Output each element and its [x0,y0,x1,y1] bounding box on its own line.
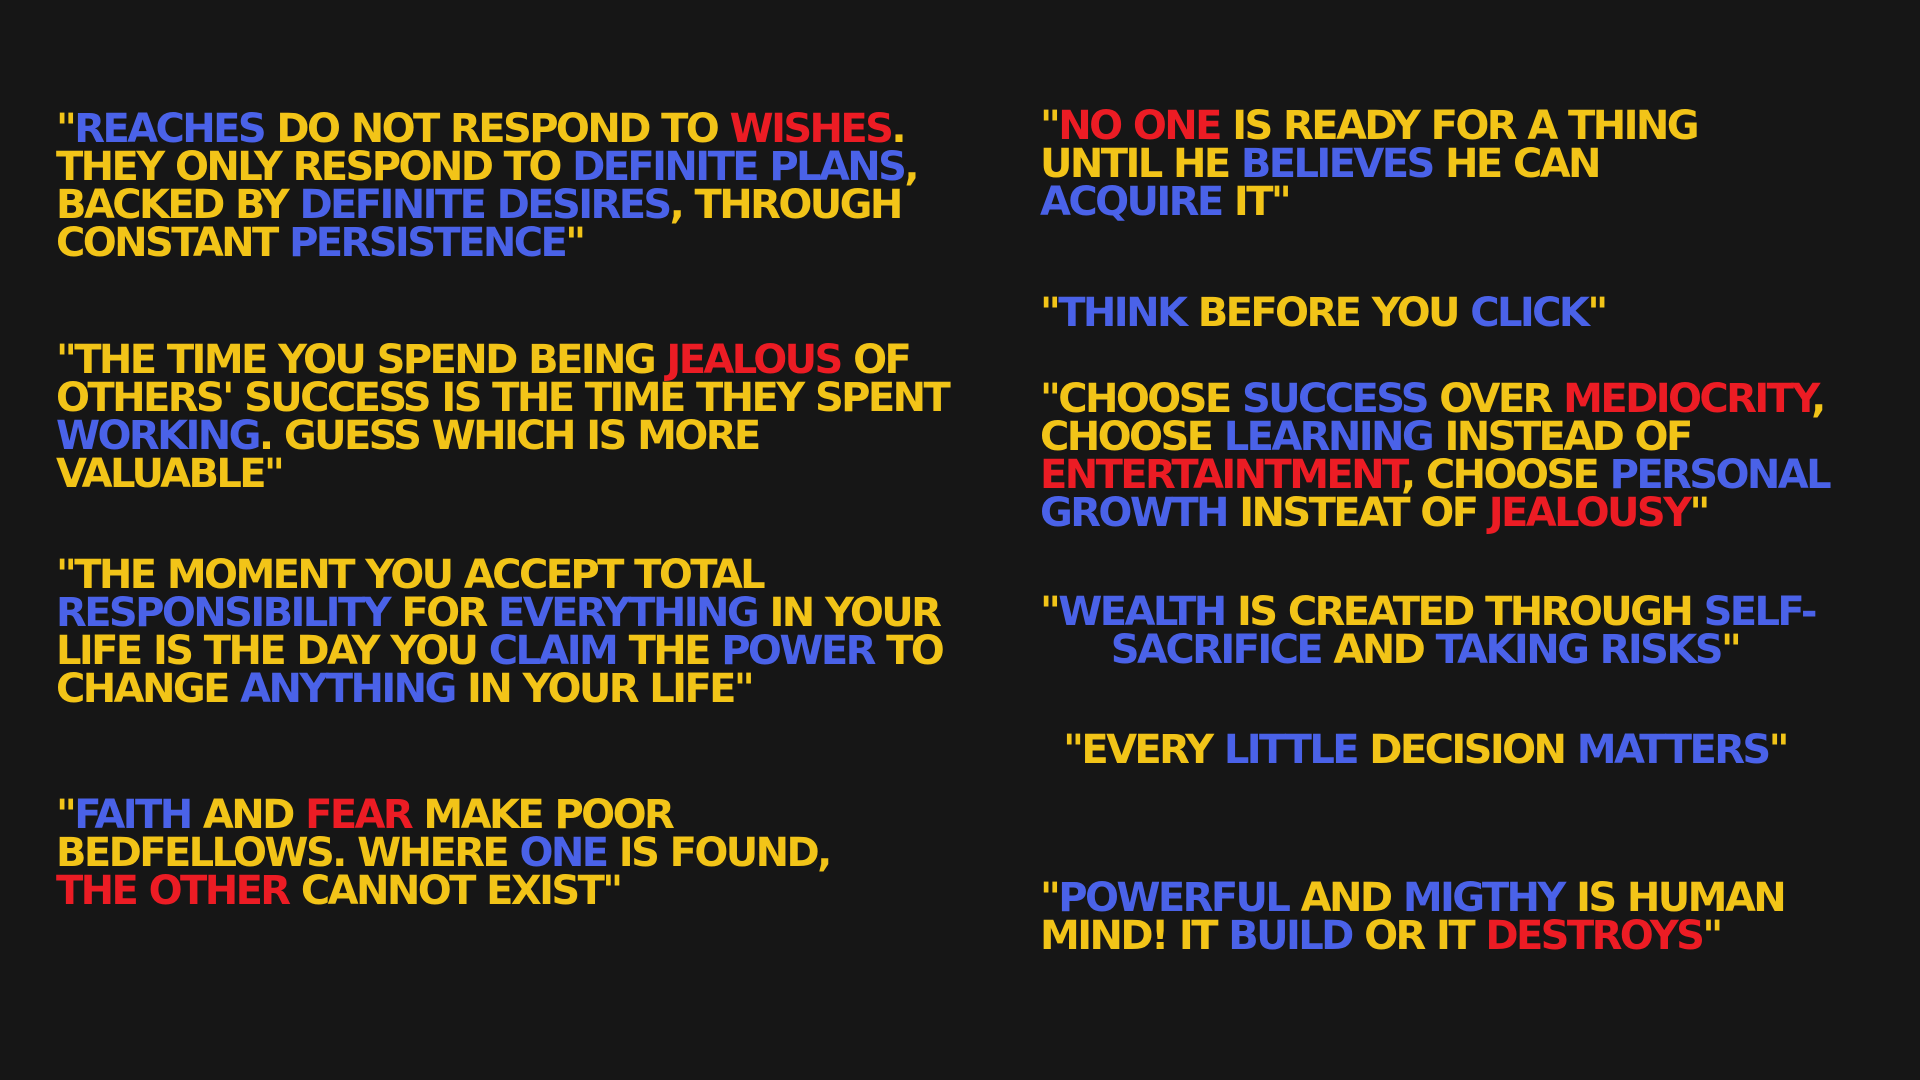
quote-line: "POWERFUL AND MIGTHY IS HUMAN [1040,878,1787,918]
quote-segment: DECISION [1356,727,1577,773]
quote-segment: SACRIFICE [1110,627,1324,673]
quote-powerful-mind: "POWERFUL AND MIGTHY IS HUMAN MIND! IT BU… [1040,878,1787,956]
quote-segment: MIND! IT [1040,913,1229,959]
quote-segment: CANNOT EXIST" [288,868,623,914]
quote-segment: " [1040,290,1061,336]
quote-segment: , [904,144,919,190]
quote-segment: PERSISTENCE [289,220,568,266]
quote-segment: INSTEAT OF [1226,490,1489,536]
quote-line: UNTIL HE BELIEVES HE CAN [1040,144,1697,184]
quote-segment: THE OTHER [56,868,291,914]
quote-jealous-time: "THE TIME YOU SPEND BEING JEALOUS OF OTHE… [56,340,951,494]
quote-line: VALUABLE" [56,454,948,494]
quote-line: "CHOOSE SUCCESS OVER MEDIOCRITY, [1040,379,1829,419]
quote-line: GROWTH INSTEAT OF JEALOUSY" [1040,493,1829,533]
quote-line: "THE TIME YOU SPEND BEING JEALOUS OF [56,340,948,380]
quote-segment: ACQUIRE [1040,179,1224,225]
quote-segment: " [565,220,586,266]
quote-line: "THE MOMENT YOU ACCEPT TOTAL [56,555,942,595]
quote-line: "REACHES DO NOT RESPOND TO WISHES. [56,109,917,149]
quote-segment: TAKING RISKS [1435,627,1724,673]
quote-no-one-ready: "NO ONE IS READY FOR A THING UNTIL HE BEL… [1040,106,1700,222]
quote-segment: IT" [1221,179,1292,225]
quote-segment: BUILD [1228,913,1354,959]
quote-reaches: "REACHES DO NOT RESPOND TO WISHES. THEY O… [56,109,920,263]
quote-think-before-click: "THINK BEFORE YOU CLICK" [1040,293,1608,333]
quote-line: WORKING. GUESS WHICH IS MORE [56,416,948,456]
quote-line: RESPONSIBILITY FOR EVERYTHING IN YOUR [56,593,942,633]
quote-segment: , [1811,376,1826,422]
quote-segment: IS FOUND, [606,830,833,876]
quote-segment: VALUABLE" [56,451,285,497]
quote-line: MIND! IT BUILD OR IT DESTROYS" [1040,916,1784,956]
quote-segment: CONSTANT [56,220,290,266]
quote-line: "WEALTH IS CREATED THROUGH SELF- [1040,592,1818,632]
quote-segment: " [1587,290,1608,336]
quote-faith-and-fear: "FAITH AND FEAR MAKE POOR BEDFELLOWS. WHE… [56,795,832,911]
quote-wealth: "WEALTH IS CREATED THROUGH SELF- SACRIFIC… [1040,592,1818,670]
quote-segment: " [1702,913,1723,959]
quote-segment: " [1768,727,1790,773]
quote-segment: OR IT [1351,913,1486,959]
quote-segment: IN YOUR LIFE" [454,666,755,712]
quote-line: SACRIFICE AND TAKING RISKS" [1040,630,1810,670]
quote-line: "NO ONE IS READY FOR A THING [1040,106,1700,146]
quote-line: ENTERTAINTMENT, CHOOSE PERSONAL [1040,455,1832,495]
quote-segment: CHANGE [56,666,241,712]
quote-line: OTHERS' SUCCESS IS THE TIME THEY SPENT [56,378,951,418]
quote-segment: TO [873,628,945,674]
quote-segment: " [1040,589,1061,635]
quote-segment: HE CAN [1432,141,1602,187]
quote-line: "FAITH AND FEAR MAKE POOR [56,795,830,835]
quote-segment: CLICK [1470,290,1590,336]
quote-segment: " [1689,490,1710,536]
quote-segment: THINK [1058,290,1188,336]
quote-collage: "REACHES DO NOT RESPOND TO WISHES. THEY O… [0,0,1920,1080]
quote-line: CHANGE ANYTHING IN YOUR LIFE" [56,669,942,709]
quote-every-decision: "EVERY LITTLE DECISION MATTERS" [1040,730,1810,770]
quote-segment: LITTLE [1223,727,1360,773]
quote-line: BEDFELLOWS. WHERE ONE IS FOUND, [56,833,832,873]
quote-segment: GROWTH [1040,490,1230,536]
quote-segment: "EVERY [1063,727,1224,773]
quote-segment: JEALOUSY [1488,490,1692,536]
quote-line: LIFE IS THE DAY YOU CLAIM THE POWER TO [56,631,945,671]
quote-segment: " [1720,627,1742,673]
quote-segment: , THROUGH [669,182,904,228]
quote-line: "THINK BEFORE YOU CLICK" [1040,293,1608,333]
quote-segment: ANYTHING [240,666,457,712]
quote-line: "EVERY LITTLE DECISION MATTERS" [1040,730,1810,770]
quote-segment: . GUESS WHICH IS MORE [258,413,761,459]
quote-segment: MATTERS [1576,727,1771,773]
quote-line: BACKED BY DEFINITE DESIRES, THROUGH [56,185,917,225]
quote-line: CONSTANT PERSISTENCE" [56,223,917,263]
quote-segment: BEFORE YOU [1185,290,1471,336]
quote-segment: AND [1321,627,1436,673]
quote-line: CHOOSE LEARNING INSTEAD OF [1040,417,1829,457]
quote-line: ACQUIRE IT" [1040,182,1697,222]
quote-choose-success: "CHOOSE SUCCESS OVER MEDIOCRITY, CHOOSE L… [1040,379,1832,533]
quote-line: THE OTHER CANNOT EXIST" [56,871,830,911]
quote-line: THEY ONLY RESPOND TO DEFINITE PLANS, [56,147,920,187]
quote-segment: DESTROYS [1485,913,1705,959]
quote-total-responsibility: "THE MOMENT YOU ACCEPT TOTAL RESPONSIBILI… [56,555,945,709]
